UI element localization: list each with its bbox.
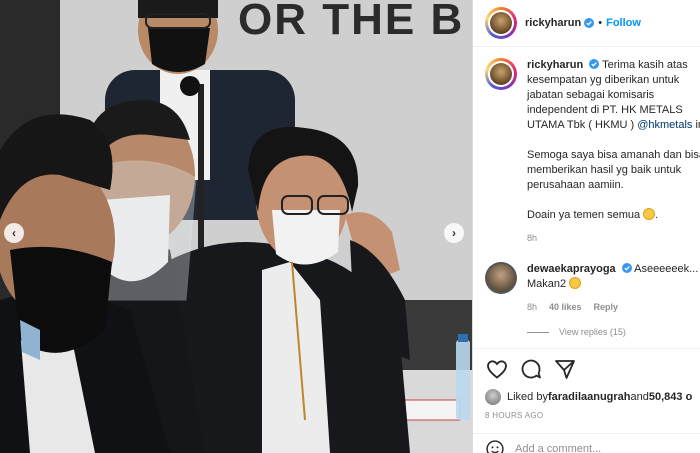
add-comment-input[interactable] [515,442,685,453]
comment-likes[interactable]: 40 likes [549,302,582,312]
chevron-right-icon: › [452,226,456,240]
author-username[interactable]: rickyharun [525,17,581,29]
likes-count[interactable]: 50,843 o [649,391,692,403]
separator-dot: • [598,17,603,29]
post-actions: Liked by faradilaanugrah and 50,843 o 8 … [473,348,700,420]
liker-avatar[interactable] [485,389,501,405]
caption-line: memberikan hasil yg baik untuk [527,164,682,176]
add-comment-bar [473,433,700,453]
caption-line: independent di PT. HK METALS [527,104,683,116]
caption-avatar[interactable] [485,58,517,90]
verified-badge-icon [589,59,600,69]
verified-badge-icon [621,263,632,273]
commenter-avatar[interactable] [485,262,517,294]
liker-username[interactable]: faradilaanugrah [548,391,631,403]
caption-line: jabatan sebagai komisaris [527,89,655,101]
caption-line-tail: . [655,209,659,221]
view-replies-label: View replies (15) [559,327,626,337]
share-icon[interactable] [553,357,577,381]
grinning-emoji-icon [569,277,582,289]
caption-line: Semoga saya bisa amanah dan bisa [527,149,700,161]
mention-link[interactable]: @hkmetals [637,119,692,131]
post-timestamp[interactable]: 8 HOURS AGO [485,411,688,420]
commenter-username[interactable]: dewaekaprayoga [527,263,616,275]
comment-time: 8h [527,302,538,312]
author-avatar[interactable] [485,7,517,39]
reply-button[interactable]: Reply [594,302,619,312]
verified-badge-icon [584,18,595,28]
caption: rickyharun Terima kasih atas kesempatan … [485,58,700,246]
next-photo-button[interactable]: › [444,223,464,243]
likes-summary: Liked by faradilaanugrah and 50,843 o [485,389,692,405]
follow-button[interactable]: Follow [606,17,641,29]
likes-and: and [630,391,649,403]
likes-prefix: Liked by [507,391,548,403]
post-photo[interactable]: OR THE B ‹ › [0,0,472,453]
emoji-icon[interactable] [485,439,505,453]
caption-line: Doain ya temen semua [527,209,644,221]
caption-line-tail: in [695,119,700,131]
caption-time: 8h [527,233,538,243]
caption-username[interactable]: rickyharun [527,59,583,71]
chevron-left-icon: ‹ [12,226,16,240]
caption-line: kesempatan yg diberikan untuk [527,74,680,86]
comment-item: dewaekaprayoga Aseeeeeek... Makan2 8h 40 … [485,262,700,340]
previous-photo-button[interactable]: ‹ [4,223,24,243]
photo-illustration: OR THE B [0,0,472,453]
caption-line: UTAMA Tbk ( HKMU ) [527,119,638,131]
caption-line: perusahaan aamiin. [527,179,624,191]
grinning-emoji-icon [643,208,656,220]
post-side-panel: rickyharun • Follow rickyharun Terima ka… [472,0,700,453]
comments-list[interactable]: rickyharun Terima kasih atas kesempatan … [485,58,700,348]
caption-line: Terima kasih atas [602,59,688,71]
comment-text: Makan2 [527,278,570,290]
heart-icon[interactable] [485,357,509,381]
comment-text: Aseeeeeek... [634,263,699,275]
banner-text: OR THE B [238,0,464,44]
view-replies-button[interactable]: View replies (15) [527,325,698,340]
post-header: rickyharun • Follow [473,0,700,47]
comment-icon[interactable] [519,357,543,381]
